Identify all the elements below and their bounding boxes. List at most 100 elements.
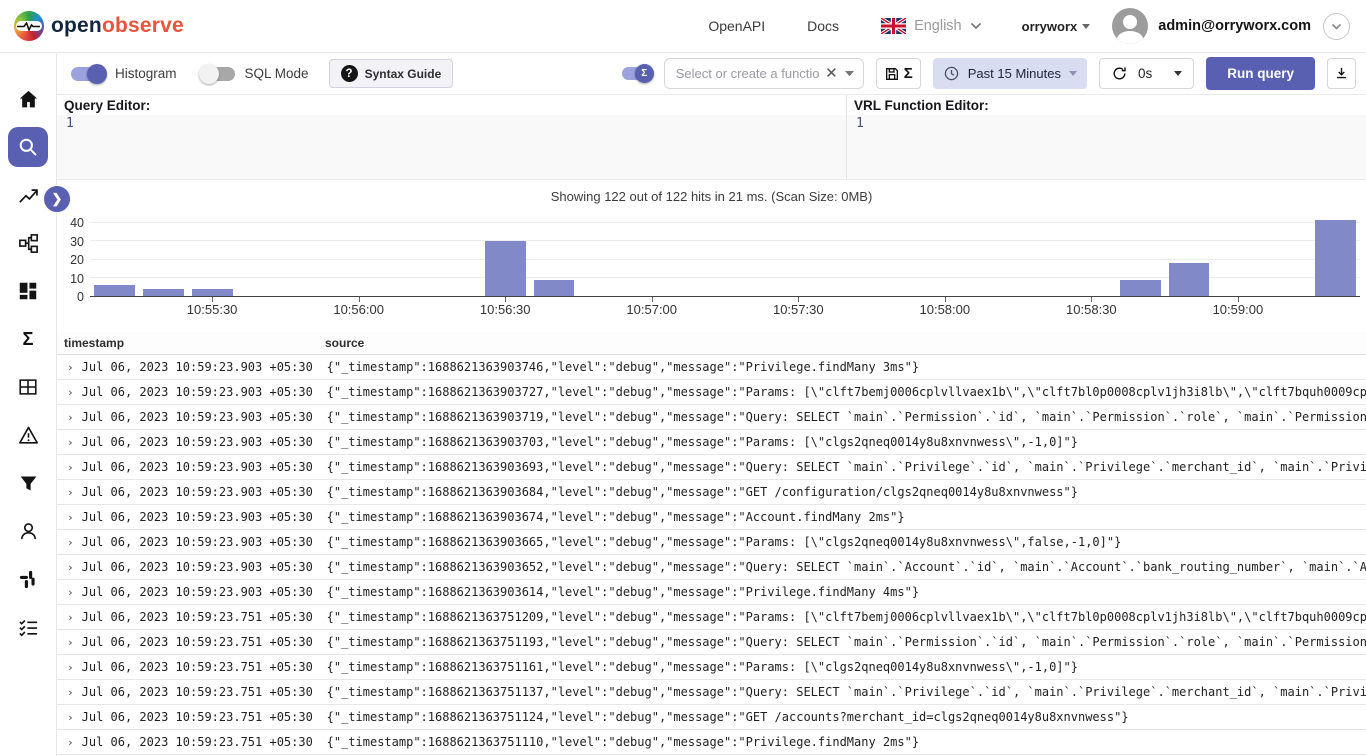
sidebar-item-dashboards[interactable] [16,279,40,303]
editors-row: Query Editor: 1 VRL Function Editor: 1 [57,95,1366,180]
log-row[interactable]: › Jul 06, 2023 10:59:23.903 +05:30 {"_ti… [57,480,1366,505]
log-row[interactable]: › Jul 06, 2023 10:59:23.751 +05:30 {"_ti… [57,730,1366,755]
histogram-bar[interactable] [1169,263,1210,296]
sidebar-item-traces[interactable] [16,231,40,255]
log-timestamp: Jul 06, 2023 10:59:23.903 +05:30 [82,460,327,474]
sidebar-item-logs-search[interactable] [8,127,48,167]
sidebar-item-home[interactable] [16,87,40,111]
syntax-guide-button[interactable]: ? Syntax Guide [329,59,454,88]
sidebar-item-slack[interactable] [16,567,40,591]
docs-link[interactable]: Docs [807,18,839,34]
expand-row-icon[interactable]: › [67,636,74,649]
expand-row-icon[interactable]: › [67,611,74,624]
chevron-down-icon [1331,23,1342,30]
histogram-bar[interactable] [1315,220,1356,296]
account-menu-button[interactable] [1323,13,1350,40]
column-header-timestamp[interactable]: timestamp [57,336,325,350]
sql-mode-toggle[interactable] [201,67,235,81]
user-email: admin@orryworx.com [1158,18,1311,34]
log-row[interactable]: › Jul 06, 2023 10:59:23.903 +05:30 {"_ti… [57,380,1366,405]
refresh-icon [1111,65,1128,82]
sidebar-nav: Σ [0,53,57,756]
expand-row-icon[interactable]: › [67,711,74,724]
query-editor[interactable]: 1 [57,115,846,179]
expand-row-icon[interactable]: › [67,361,74,374]
brand-logo[interactable]: openobserve [14,11,184,41]
sidebar-item-alerts[interactable] [16,423,40,447]
expand-row-icon[interactable]: › [67,486,74,499]
histogram-bar[interactable] [143,289,184,296]
log-source: {"_timestamp":1688621363903665,"level":"… [327,535,1366,549]
expand-row-icon[interactable]: › [67,511,74,524]
expand-row-icon[interactable]: › [67,686,74,699]
function-select[interactable]: Select or create a function ✕ [664,58,864,89]
log-timestamp: Jul 06, 2023 10:59:23.751 +05:30 [82,685,327,699]
user-icon [17,520,40,543]
chevron-down-icon [970,22,982,30]
log-timestamp: Jul 06, 2023 10:59:23.903 +05:30 [82,560,327,574]
histogram-toggle[interactable] [71,67,105,81]
run-query-button[interactable]: Run query [1206,57,1315,90]
expand-row-icon[interactable]: › [67,536,74,549]
sidebar-item-users[interactable] [16,519,40,543]
histogram-bar[interactable] [1120,280,1161,296]
histogram-bar[interactable] [485,241,526,296]
sidebar-item-metrics[interactable] [16,183,40,207]
log-source: {"_timestamp":1688621363903719,"level":"… [327,410,1366,424]
query-editor-label: Query Editor: [57,95,846,115]
language-selector[interactable]: English [881,18,982,34]
time-range-picker[interactable]: Past 15 Minutes [933,58,1087,89]
log-row[interactable]: › Jul 06, 2023 10:59:23.903 +05:30 {"_ti… [57,355,1366,380]
expand-row-icon[interactable]: › [67,736,74,749]
histogram-bar[interactable] [192,289,233,296]
function-select-placeholder: Select or create a function [676,66,819,81]
log-row[interactable]: › Jul 06, 2023 10:59:23.751 +05:30 {"_ti… [57,655,1366,680]
openapi-link[interactable]: OpenAPI [708,18,765,34]
log-source: {"_timestamp":1688621363751161,"level":"… [327,660,1366,674]
refresh-interval-picker[interactable]: 0s [1099,58,1194,89]
log-row[interactable]: › Jul 06, 2023 10:59:23.751 +05:30 {"_ti… [57,605,1366,630]
expand-row-icon[interactable]: › [67,586,74,599]
organization-selector[interactable]: orryworx [1022,19,1091,34]
log-row[interactable]: › Jul 06, 2023 10:59:23.903 +05:30 {"_ti… [57,555,1366,580]
log-row[interactable]: › Jul 06, 2023 10:59:23.903 +05:30 {"_ti… [57,530,1366,555]
export-results-button[interactable] [1327,58,1356,89]
clear-icon[interactable]: ✕ [825,66,838,81]
save-icon [884,66,900,82]
log-row[interactable]: › Jul 06, 2023 10:59:23.751 +05:30 {"_ti… [57,680,1366,705]
expand-row-icon[interactable]: › [67,386,74,399]
expand-row-icon[interactable]: › [67,436,74,449]
expand-row-icon[interactable]: › [67,561,74,574]
expand-row-icon[interactable]: › [67,411,74,424]
histogram-bar[interactable] [94,285,135,296]
save-function-button[interactable]: Σ [876,58,921,89]
sidebar-item-streams[interactable] [16,375,40,399]
log-source: {"_timestamp":1688621363903746,"level":"… [327,360,1366,374]
vrl-editor[interactable]: 1 [847,115,1366,179]
expand-fields-button[interactable]: ❯ [43,185,71,213]
expand-row-icon[interactable]: › [67,461,74,474]
sidebar-item-tasks[interactable] [16,615,40,639]
column-header-source[interactable]: source [325,336,1366,350]
log-row[interactable]: › Jul 06, 2023 10:59:23.751 +05:30 {"_ti… [57,705,1366,730]
histogram-bar[interactable] [534,280,575,296]
line-chart-icon [17,184,40,207]
vrl-editor-pane: VRL Function Editor: 1 [847,95,1366,179]
avatar[interactable] [1112,8,1148,44]
function-toggle[interactable]: Σ [622,67,652,80]
log-timestamp: Jul 06, 2023 10:59:23.751 +05:30 [82,710,327,724]
log-row[interactable]: › Jul 06, 2023 10:59:23.903 +05:30 {"_ti… [57,430,1366,455]
log-row[interactable]: › Jul 06, 2023 10:59:23.751 +05:30 {"_ti… [57,630,1366,655]
log-row[interactable]: › Jul 06, 2023 10:59:23.903 +05:30 {"_ti… [57,405,1366,430]
x-tick-label: 10:56:30 [480,302,531,317]
sidebar-item-filters[interactable] [16,471,40,495]
checklist-icon [17,616,40,639]
log-source: {"_timestamp":1688621363903652,"level":"… [327,560,1366,574]
vrl-editor-label: VRL Function Editor: [847,95,1366,115]
caret-down-icon [1174,71,1182,76]
expand-row-icon[interactable]: › [67,661,74,674]
log-row[interactable]: › Jul 06, 2023 10:59:23.903 +05:30 {"_ti… [57,505,1366,530]
log-row[interactable]: › Jul 06, 2023 10:59:23.903 +05:30 {"_ti… [57,455,1366,480]
log-row[interactable]: › Jul 06, 2023 10:59:23.903 +05:30 {"_ti… [57,580,1366,605]
sidebar-item-functions[interactable]: Σ [16,327,40,351]
